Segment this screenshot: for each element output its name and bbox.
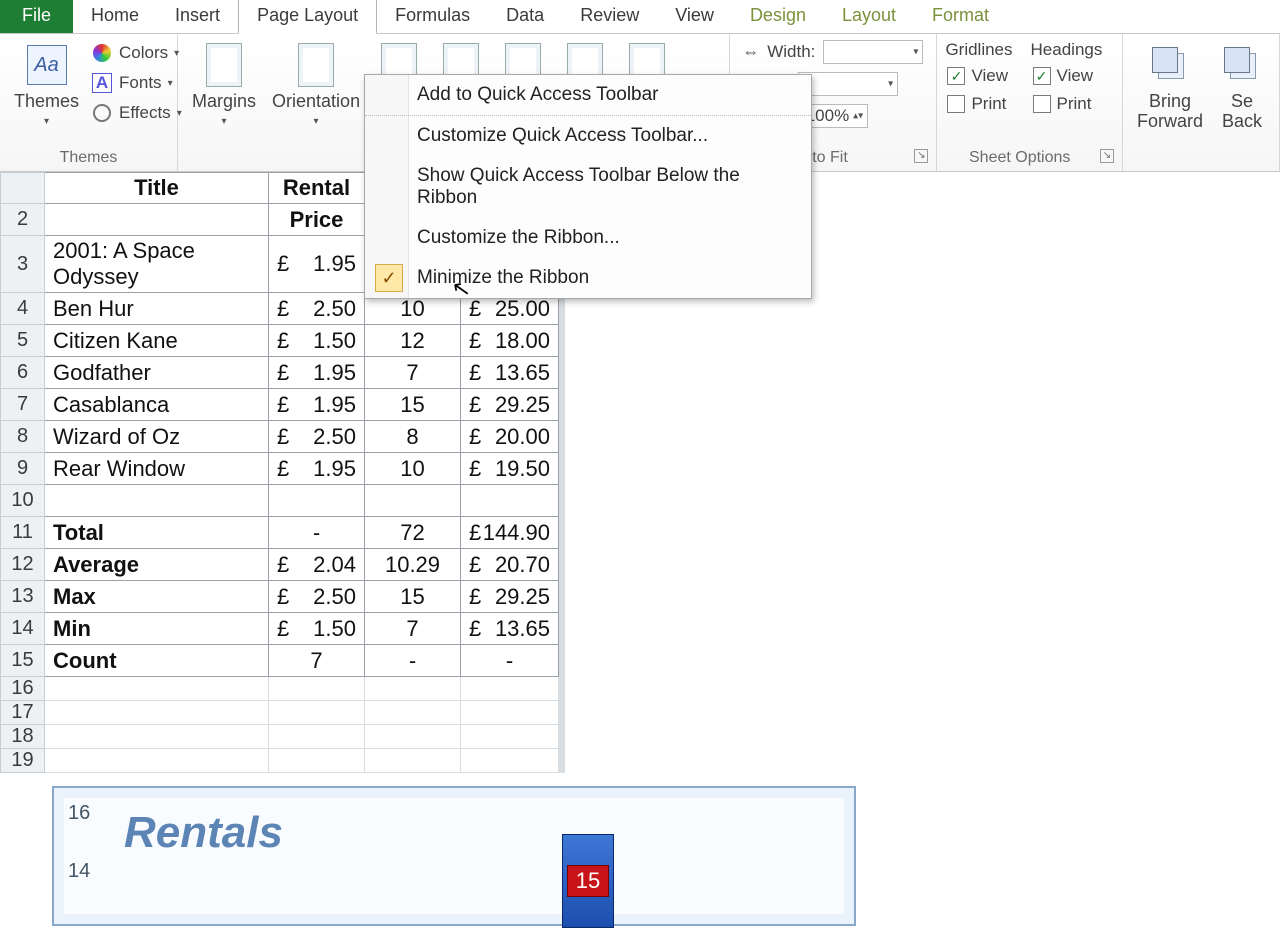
gridlines-view-check[interactable]: ✓View [945, 64, 1012, 88]
table-row: 8Wizard of Oz£2.508£20.00 [1, 421, 565, 453]
width-select[interactable]: ▾ [823, 40, 923, 64]
row-header[interactable]: 14 [1, 613, 45, 645]
table-row: 12Average£2.0410.29£20.70 [1, 549, 565, 581]
row-header[interactable]: 12 [1, 549, 45, 581]
effects-icon [93, 104, 111, 122]
margins-button[interactable]: Margins▾ [186, 38, 262, 131]
colors-button[interactable]: Colors▾ [89, 40, 184, 66]
table-row: 6Godfather£1.957£13.65 [1, 357, 565, 389]
row-header[interactable]: 10 [1, 485, 45, 517]
send-backward-button[interactable]: Se Back [1213, 38, 1271, 136]
fonts-icon: A [92, 73, 112, 93]
ribbon-tabstrip: File Home Insert Page Layout Formulas Da… [0, 0, 1280, 34]
ctx-add-qat[interactable]: Add to Quick Access Toolbar [365, 75, 811, 116]
gridlines-label: Gridlines [945, 40, 1012, 60]
gridlines-print-check[interactable]: Print [945, 92, 1012, 116]
effects-button[interactable]: Effects▾ [89, 100, 184, 126]
embedded-chart[interactable]: Rentals 16 14 15 [52, 786, 856, 926]
row-header[interactable]: 8 [1, 421, 45, 453]
tab-format[interactable]: Format [914, 0, 1007, 33]
group-themes: Themes ▾ Colors▾ AFonts▾ Effects▾ Themes [0, 34, 178, 171]
group-arrange: Bring Forward Se Back [1123, 34, 1280, 171]
ctx-show-below[interactable]: Show Quick Access Toolbar Below the Ribb… [365, 156, 811, 218]
row-header[interactable]: 19 [1, 749, 45, 773]
chart-y-tick: 16 [68, 802, 90, 825]
table-row: 15Count7-- [1, 645, 565, 677]
table-row: 13Max£2.5015£29.25 [1, 581, 565, 613]
chart-data-label: 15 [567, 865, 609, 897]
row-header[interactable]: 15 [1, 645, 45, 677]
table-row: 9Rear Window£1.9510£19.50 [1, 453, 565, 485]
bring-forward-icon [1152, 47, 1188, 83]
row-header[interactable]: 9 [1, 453, 45, 485]
group-sheet-options: Gridlines ✓View Print Headings ✓View Pri… [937, 34, 1123, 171]
ctx-customize-ribbon[interactable]: Customize the Ribbon... [365, 218, 811, 258]
scale-launcher[interactable]: ↘ [914, 149, 928, 163]
tab-layout[interactable]: Layout [824, 0, 914, 33]
row-header[interactable]: 17 [1, 701, 45, 725]
row-header[interactable]: 2 [1, 204, 45, 236]
tab-design[interactable]: Design [732, 0, 824, 33]
bring-forward-button[interactable]: Bring Forward [1131, 38, 1209, 136]
table-row: 5Citizen Kane£1.5012£18.00 [1, 325, 565, 357]
sheet-options-launcher[interactable]: ↘ [1100, 149, 1114, 163]
row-header[interactable] [1, 173, 45, 204]
row-header[interactable]: 6 [1, 357, 45, 389]
table-row: 7Casablanca£1.9515£29.25 [1, 389, 565, 421]
row-header[interactable]: 13 [1, 581, 45, 613]
group-label-themes: Themes [8, 147, 169, 169]
row-header[interactable]: 11 [1, 517, 45, 549]
row-header[interactable]: 18 [1, 725, 45, 749]
tab-data[interactable]: Data [488, 0, 562, 33]
ctx-minimize-ribbon[interactable]: ✓ Minimize the Ribbon [365, 258, 811, 298]
tab-home[interactable]: Home [73, 0, 157, 33]
chart-title: Rentals [124, 808, 283, 858]
row-header[interactable]: 3 [1, 236, 45, 293]
tab-insert[interactable]: Insert [157, 0, 238, 33]
tab-formulas[interactable]: Formulas [377, 0, 488, 33]
check-icon: ✓ [375, 264, 403, 292]
orientation-button[interactable]: Orientation▾ [266, 38, 366, 131]
chart-y-tick: 14 [68, 860, 90, 883]
orientation-icon [298, 43, 334, 87]
ribbon-context-menu: Add to Quick Access Toolbar Customize Qu… [364, 74, 812, 299]
row-header[interactable]: 5 [1, 325, 45, 357]
headings-print-check[interactable]: Print [1031, 92, 1103, 116]
headings-label: Headings [1031, 40, 1103, 60]
row-header[interactable]: 4 [1, 293, 45, 325]
table-row: 14Min£1.507£13.65 [1, 613, 565, 645]
tab-view[interactable]: View [657, 0, 732, 33]
themes-button[interactable]: Themes ▾ [8, 38, 85, 131]
colors-icon [93, 44, 111, 62]
table-row: 11Total-72£144.90 [1, 517, 565, 549]
tab-page-layout[interactable]: Page Layout [238, 0, 377, 34]
themes-icon [27, 45, 67, 85]
tab-review[interactable]: Review [562, 0, 657, 33]
headings-view-check[interactable]: ✓View [1031, 64, 1103, 88]
row-header[interactable]: 7 [1, 389, 45, 421]
chart-bar: 15 [562, 834, 614, 928]
width-label: Width: [767, 42, 815, 62]
ctx-customize-qat[interactable]: Customize Quick Access Toolbar... [365, 116, 811, 156]
fonts-button[interactable]: AFonts▾ [89, 70, 184, 96]
row-header[interactable]: 16 [1, 677, 45, 701]
tab-file[interactable]: File [0, 0, 73, 33]
send-backward-icon [1224, 47, 1260, 83]
height-select[interactable]: ▾ [798, 72, 898, 96]
ruler-icon: ⇔ [742, 42, 759, 62]
chevron-down-icon: ▾ [44, 116, 49, 127]
group-label-sheet-options: Sheet Options [969, 149, 1070, 166]
margins-icon [206, 43, 242, 87]
